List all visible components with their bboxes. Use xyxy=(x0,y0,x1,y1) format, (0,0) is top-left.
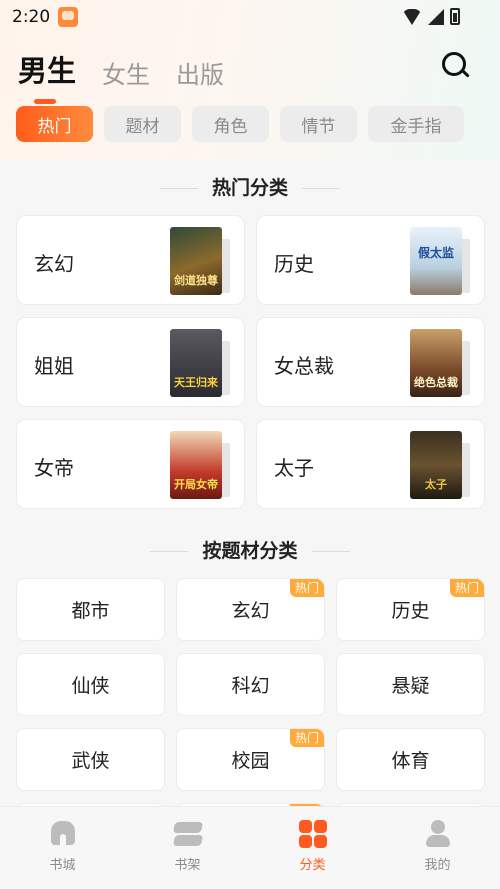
app-notification-icon xyxy=(58,7,78,27)
hot-section-title: 热门分类 xyxy=(0,173,500,200)
book-cover: 绝色总裁 xyxy=(410,329,470,397)
tab-publish[interactable]: 出版 xyxy=(176,55,224,90)
category-label: 女总裁 xyxy=(274,354,334,378)
filter-chips: 热门 题材 角色 情节 金手指 xyxy=(16,106,464,142)
chip-theme[interactable]: 题材 xyxy=(104,106,181,142)
hot-category-card[interactable]: 姐姐 天王归来 xyxy=(16,317,245,407)
battery-icon xyxy=(450,8,460,25)
nav-bookstore[interactable]: 书城 xyxy=(0,807,125,889)
bottom-nav: 书城 书架 分类 我的 xyxy=(0,806,500,889)
genre-item[interactable]: 科幻 xyxy=(176,653,325,716)
category-label: 玄幻 xyxy=(34,252,74,276)
search-icon[interactable] xyxy=(442,52,470,80)
genre-item[interactable]: 体育 xyxy=(336,728,485,791)
hot-badge: 热门 xyxy=(449,579,484,597)
nav-label: 书架 xyxy=(174,858,201,873)
category-icon xyxy=(298,819,328,849)
book-cover: 开局女帝 xyxy=(170,431,230,499)
category-label: 姐姐 xyxy=(34,354,74,378)
genre-item[interactable]: 仙侠 xyxy=(16,653,165,716)
book-cover: 假太监 xyxy=(410,227,470,295)
hot-category-card[interactable]: 女总裁 绝色总裁 xyxy=(256,317,485,407)
chip-hot[interactable]: 热门 xyxy=(16,106,93,142)
nav-label: 分类 xyxy=(299,858,326,873)
genre-section-title: 按题材分类 xyxy=(0,536,500,563)
bookshelf-icon xyxy=(172,819,203,849)
chip-role[interactable]: 角色 xyxy=(192,106,269,142)
book-cover: 太子 xyxy=(410,431,470,499)
nav-profile[interactable]: 我的 xyxy=(375,807,500,889)
chip-golden-finger[interactable]: 金手指 xyxy=(368,106,464,142)
hot-badge: 热门 xyxy=(289,729,324,747)
cell-signal-icon xyxy=(428,8,444,25)
nav-label: 我的 xyxy=(424,858,451,873)
home-icon xyxy=(48,819,78,849)
category-label: 太子 xyxy=(274,456,314,480)
category-label: 女帝 xyxy=(34,456,74,480)
hot-badge: 热门 xyxy=(289,579,324,597)
nav-label: 书城 xyxy=(49,858,76,873)
chip-plot[interactable]: 情节 xyxy=(280,106,357,142)
tab-male[interactable]: 男生 xyxy=(18,48,76,104)
hot-category-card[interactable]: 历史 假太监 xyxy=(256,215,485,305)
hot-category-grid: 玄幻 剑道独尊 历史 假太监 姐姐 天王归来 女总裁 绝色总裁 女帝 开局女帝 … xyxy=(16,215,485,509)
category-label: 历史 xyxy=(274,252,314,276)
genre-item[interactable]: 悬疑 xyxy=(336,653,485,716)
nav-category[interactable]: 分类 xyxy=(250,807,375,889)
hot-category-card[interactable]: 太子 太子 xyxy=(256,419,485,509)
genre-item[interactable]: 玄幻 热门 xyxy=(176,578,325,641)
nav-bookshelf[interactable]: 书架 xyxy=(125,807,250,889)
wifi-icon xyxy=(402,8,422,25)
genre-item[interactable]: 都市 xyxy=(16,578,165,641)
hot-category-card[interactable]: 女帝 开局女帝 xyxy=(16,419,245,509)
profile-icon xyxy=(423,819,453,849)
genre-item[interactable]: 校园 热门 xyxy=(176,728,325,791)
genre-item[interactable]: 历史 热门 xyxy=(336,578,485,641)
status-bar: 2:20 xyxy=(0,0,500,36)
book-cover: 天王归来 xyxy=(170,329,230,397)
genre-item[interactable]: 武侠 xyxy=(16,728,165,791)
tab-female[interactable]: 女生 xyxy=(102,55,150,90)
book-cover: 剑道独尊 xyxy=(170,227,230,295)
hot-category-card[interactable]: 玄幻 剑道独尊 xyxy=(16,215,245,305)
status-time: 2:20 xyxy=(12,7,51,27)
gender-tabs: 男生 女生 出版 xyxy=(18,48,224,104)
